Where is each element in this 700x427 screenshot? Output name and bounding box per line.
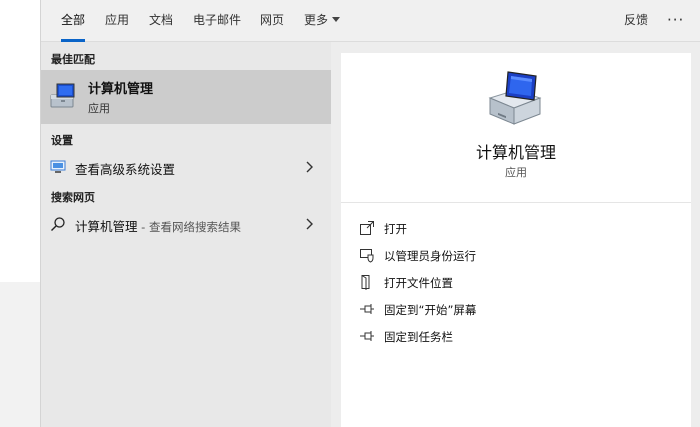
open-file-location-label: 打开文件位置	[384, 276, 453, 290]
search-panel: 全部 应用 文档 电子邮件 网页 更多 反馈 ··· 最佳匹配 计算机管理 应用…	[40, 0, 700, 427]
pin-to-start-label: 固定到“开始”屏幕	[384, 303, 477, 317]
open-action[interactable]: 打开	[359, 217, 679, 239]
run-as-admin-icon	[360, 249, 374, 263]
web-search-suffix: - 查看网络搜索结果	[137, 220, 241, 234]
tab-all[interactable]: 全部	[61, 0, 86, 42]
best-match-subtitle: 应用	[88, 102, 110, 115]
computer-management-icon	[50, 83, 75, 108]
chevron-right-icon[interactable]	[305, 160, 314, 174]
pin-taskbar-icon	[360, 331, 374, 341]
open-action-label: 打开	[384, 222, 407, 236]
chevron-down-icon	[332, 17, 341, 22]
pin-start-icon	[360, 304, 374, 314]
web-search-label: 计算机管理 - 查看网络搜索结果	[75, 216, 241, 235]
open-file-location-action[interactable]: 打开文件位置	[359, 271, 679, 293]
detail-pane: 计算机管理 应用 打开 以管理员身份运行 打开文件位置 固定到“开始”屏幕 固定…	[341, 53, 691, 427]
best-match-title: 计算机管理	[88, 82, 154, 97]
file-location-icon	[361, 275, 370, 290]
app-type: 应用	[505, 166, 527, 179]
settings-item-advanced-system[interactable]: 查看高级系统设置	[41, 152, 331, 182]
app-title: 计算机管理	[475, 143, 556, 162]
tab-documents[interactable]: 文档	[149, 0, 173, 42]
web-search-heading: 搜索网页	[51, 191, 95, 204]
run-as-admin-action[interactable]: 以管理员身份运行	[359, 244, 679, 266]
tab-apps[interactable]: 应用	[105, 0, 129, 42]
pin-to-start-action[interactable]: 固定到“开始”屏幕	[359, 298, 679, 320]
tab-more-label: 更多	[304, 13, 329, 27]
chevron-right-icon[interactable]	[305, 217, 314, 231]
best-match-item[interactable]: 计算机管理 应用	[41, 70, 331, 124]
computer-management-icon	[488, 71, 542, 125]
run-as-admin-label: 以管理员身份运行	[384, 249, 476, 263]
monitor-settings-icon	[50, 160, 66, 173]
tab-more[interactable]: 更多	[304, 0, 341, 42]
feedback-button[interactable]: 反馈	[624, 0, 648, 42]
best-match-heading: 最佳匹配	[51, 53, 95, 66]
results-list: 最佳匹配 计算机管理 应用 设置 查看高级系统设置 搜索网页 计算机管理 - 查…	[41, 42, 331, 427]
pin-to-taskbar-action[interactable]: 固定到任务栏	[359, 325, 679, 347]
divider	[341, 202, 691, 203]
tab-bar: 全部 应用 文档 电子邮件 网页 更多 反馈 ···	[41, 0, 700, 42]
open-icon	[360, 221, 374, 235]
pin-to-taskbar-label: 固定到任务栏	[384, 330, 453, 344]
web-search-item[interactable]: 计算机管理 - 查看网络搜索结果	[41, 209, 331, 239]
settings-heading: 设置	[51, 134, 73, 147]
tab-email[interactable]: 电子邮件	[193, 0, 241, 42]
web-search-query: 计算机管理	[75, 219, 138, 234]
search-icon	[51, 217, 65, 231]
tab-web[interactable]: 网页	[260, 0, 284, 42]
desktop-background-lower	[0, 282, 40, 427]
settings-item-label: 查看高级系统设置	[75, 162, 176, 177]
more-options-button[interactable]: ···	[667, 0, 684, 42]
